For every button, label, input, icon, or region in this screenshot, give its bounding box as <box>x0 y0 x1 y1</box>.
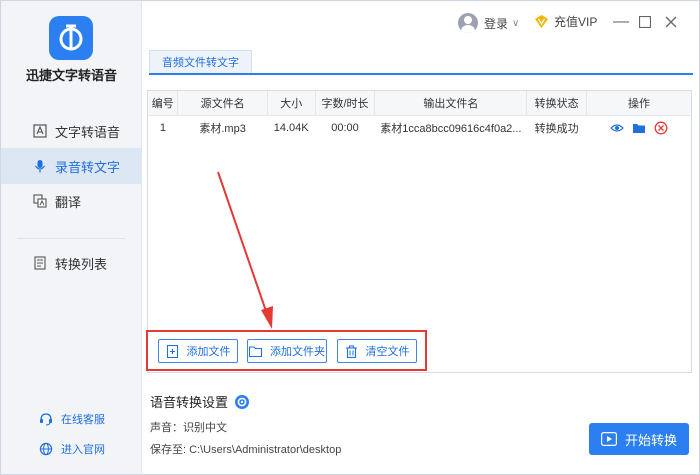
voice-setting: 声音：识别中文 <box>150 422 227 434</box>
minimize-button[interactable]: — <box>612 13 630 31</box>
online-support-label: 在线客服 <box>61 414 105 426</box>
sidebar-item-label: 翻译 <box>55 194 82 210</box>
settings-title-label: 语音转换设置 <box>150 395 229 410</box>
add-file-icon <box>166 344 179 358</box>
app-name: 迅捷文字转语音 <box>25 68 117 83</box>
close-icon <box>665 16 677 28</box>
settings-gear-icon[interactable] <box>234 394 250 410</box>
start-conversion-button[interactable]: 开始转换 <box>589 423 689 455</box>
online-support-link[interactable]: 在线客服 <box>39 411 105 427</box>
title-bar: 登录 ∨ 充值VIP — <box>142 1 699 47</box>
maximize-icon <box>639 16 651 28</box>
cell-source-name: 素材.mp3 <box>199 123 246 136</box>
app-window: 迅捷文字转语音 文字转语音 录音转文字 翻译 转换列表 在线客服 进入官网 登录… <box>0 0 700 475</box>
sidebar-item-translate[interactable]: 翻译 <box>1 183 142 219</box>
add-file-label: 添加文件 <box>186 346 231 358</box>
translate-icon <box>33 194 47 208</box>
file-table: 编号 源文件名 大小 字数/时长 输出文件名 转换状态 操作 1 素材.mp3 … <box>148 91 691 141</box>
microphone-icon <box>33 159 47 173</box>
table-row[interactable]: 1 素材.mp3 14.04K 00:00 素材1cca8bcc09616c4f… <box>148 115 691 141</box>
column-header: 字数/时长 <box>315 91 376 116</box>
login-button[interactable]: 登录 ∨ <box>458 13 519 33</box>
official-website-label: 进入官网 <box>61 444 105 456</box>
globe-icon <box>39 442 53 456</box>
login-label: 登录 <box>484 16 509 31</box>
sidebar-item-label: 转换列表 <box>55 256 108 272</box>
cell-size: 14.04K <box>273 122 309 135</box>
trash-icon <box>345 344 358 358</box>
settings-title: 语音转换设置 <box>150 392 250 411</box>
cell-duration: 00:00 <box>331 122 359 135</box>
sidebar-divider <box>17 238 125 239</box>
avatar-icon <box>458 13 478 33</box>
folder-icon <box>249 345 262 358</box>
column-header: 输出文件名 <box>374 91 528 116</box>
sidebar: 迅捷文字转语音 文字转语音 录音转文字 翻译 转换列表 在线客服 进入官网 <box>1 1 142 474</box>
column-header: 大小 <box>267 91 316 116</box>
cell-index: 1 <box>159 122 166 135</box>
sidebar-item-text-to-speech[interactable]: 文字转语音 <box>1 113 142 149</box>
text-to-speech-icon <box>33 124 47 138</box>
tab-underline <box>149 73 693 75</box>
start-conversion-label: 开始转换 <box>624 432 677 448</box>
list-icon <box>33 256 47 270</box>
column-header: 转换状态 <box>526 91 588 116</box>
column-header: 编号 <box>148 91 179 116</box>
table-header-row: 编号 源文件名 大小 字数/时长 输出文件名 转换状态 操作 <box>148 91 691 116</box>
add-folder-button[interactable]: 添加文件夹 <box>247 339 327 363</box>
close-button[interactable] <box>662 13 680 31</box>
add-file-button[interactable]: 添加文件 <box>158 339 238 363</box>
cell-output-name: 素材1cca8bcc09616c4f0a2... <box>380 123 522 136</box>
tab-audio-to-text[interactable]: 音频文件转文字 <box>149 50 252 73</box>
maximize-button[interactable] <box>636 13 654 31</box>
add-folder-label: 添加文件夹 <box>270 346 325 358</box>
preview-eye-icon[interactable] <box>609 121 624 135</box>
minimize-icon: — <box>613 13 629 30</box>
app-logo <box>49 16 93 60</box>
open-folder-icon[interactable] <box>632 121 646 135</box>
vip-diamond-icon <box>534 14 549 29</box>
app-logo-icon <box>59 24 83 51</box>
vip-label: 充值VIP <box>554 15 598 29</box>
column-header: 源文件名 <box>177 91 268 116</box>
clear-files-label: 清空文件 <box>365 346 410 358</box>
vip-recharge-button[interactable]: 充值VIP <box>534 13 597 30</box>
sidebar-item-conversion-list[interactable]: 转换列表 <box>1 245 142 281</box>
cell-operations <box>587 115 691 141</box>
column-header: 操作 <box>586 91 691 116</box>
save-path-setting[interactable]: 保存至: C:\Users\Administrator\desktop <box>150 441 341 457</box>
delete-circle-icon[interactable] <box>654 121 668 135</box>
sidebar-item-speech-to-text[interactable]: 录音转文字 <box>1 148 142 184</box>
play-icon <box>600 432 617 446</box>
official-website-link[interactable]: 进入官网 <box>39 441 105 457</box>
cell-status: 转换成功 <box>534 123 579 136</box>
sidebar-item-label: 文字转语音 <box>55 124 121 140</box>
sidebar-item-label: 录音转文字 <box>55 159 121 175</box>
chevron-down-icon: ∨ <box>512 17 520 29</box>
clear-files-button[interactable]: 清空文件 <box>337 339 417 363</box>
headset-icon <box>39 412 53 426</box>
